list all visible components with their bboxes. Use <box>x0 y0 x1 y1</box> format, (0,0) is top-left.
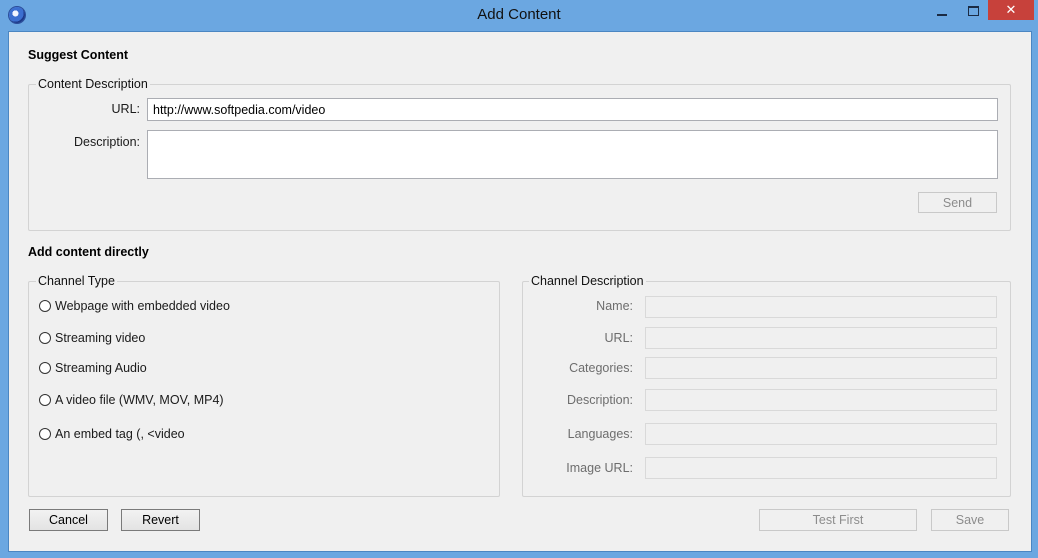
radio-webpage-embedded-video[interactable]: Webpage with embedded video <box>39 299 230 313</box>
close-button[interactable]: ✕ <box>988 0 1034 20</box>
radio-embed-tag[interactable]: An embed tag (, <video <box>39 427 185 441</box>
channel-categories-label: Categories: <box>569 361 633 375</box>
channel-type-group <box>28 281 500 497</box>
send-button[interactable]: Send <box>918 192 997 213</box>
radio-label: An embed tag (, <video <box>55 427 185 441</box>
radio-button[interactable] <box>39 428 51 440</box>
dialog-body: Suggest Content Content Description URL:… <box>8 31 1032 552</box>
add-content-window: Add Content ✕ Suggest Content Content De… <box>0 0 1038 558</box>
radio-label: A video file (WMV, MOV, MP4) <box>55 393 224 407</box>
channel-languages-label: Languages: <box>567 427 633 441</box>
radio-video-file[interactable]: A video file (WMV, MOV, MP4) <box>39 393 224 407</box>
save-button[interactable]: Save <box>931 509 1009 531</box>
suggest-description-label: Description: <box>74 135 140 149</box>
channel-url-input[interactable] <box>645 327 997 349</box>
channel-description-input[interactable] <box>645 389 997 411</box>
radio-button[interactable] <box>39 362 51 374</box>
channel-image-url-input[interactable] <box>645 457 997 479</box>
close-icon: ✕ <box>1005 2 1017 18</box>
suggest-content-heading: Suggest Content <box>28 48 128 62</box>
minimize-button[interactable] <box>930 1 954 21</box>
radio-button[interactable] <box>39 394 51 406</box>
maximize-button[interactable] <box>960 1 986 21</box>
radio-streaming-audio[interactable]: Streaming Audio <box>39 361 147 375</box>
radio-button[interactable] <box>39 300 51 312</box>
radio-label: Streaming video <box>55 331 146 345</box>
channel-image-url-label: Image URL: <box>566 461 633 475</box>
window-title: Add Content <box>477 6 561 23</box>
channel-name-input[interactable] <box>645 296 997 318</box>
suggest-description-input[interactable] <box>147 130 998 179</box>
suggest-url-label: URL: <box>111 102 140 116</box>
add-content-directly-heading: Add content directly <box>28 245 149 259</box>
channel-url-label: URL: <box>604 331 633 345</box>
channel-name-label: Name: <box>596 299 633 313</box>
channel-description-label: Description: <box>567 393 633 407</box>
test-first-button[interactable]: Test First <box>759 509 917 531</box>
suggest-url-input[interactable] <box>147 98 998 121</box>
channel-description-group-label: Channel Description <box>529 274 646 288</box>
title-bar[interactable]: Add Content ✕ <box>0 0 1038 32</box>
radio-streaming-video[interactable]: Streaming video <box>39 331 145 345</box>
channel-categories-input[interactable] <box>645 357 997 379</box>
maximize-icon <box>967 6 979 16</box>
radio-label: Webpage with embedded video <box>55 299 230 313</box>
channel-type-group-label: Channel Type <box>36 274 117 288</box>
radio-button[interactable] <box>39 332 51 344</box>
revert-button[interactable]: Revert <box>121 509 200 531</box>
channel-languages-input[interactable] <box>645 423 997 445</box>
radio-label: Streaming Audio <box>55 361 147 375</box>
content-description-group-label: Content Description <box>36 77 150 91</box>
minimize-icon <box>937 14 947 16</box>
cancel-button[interactable]: Cancel <box>29 509 108 531</box>
